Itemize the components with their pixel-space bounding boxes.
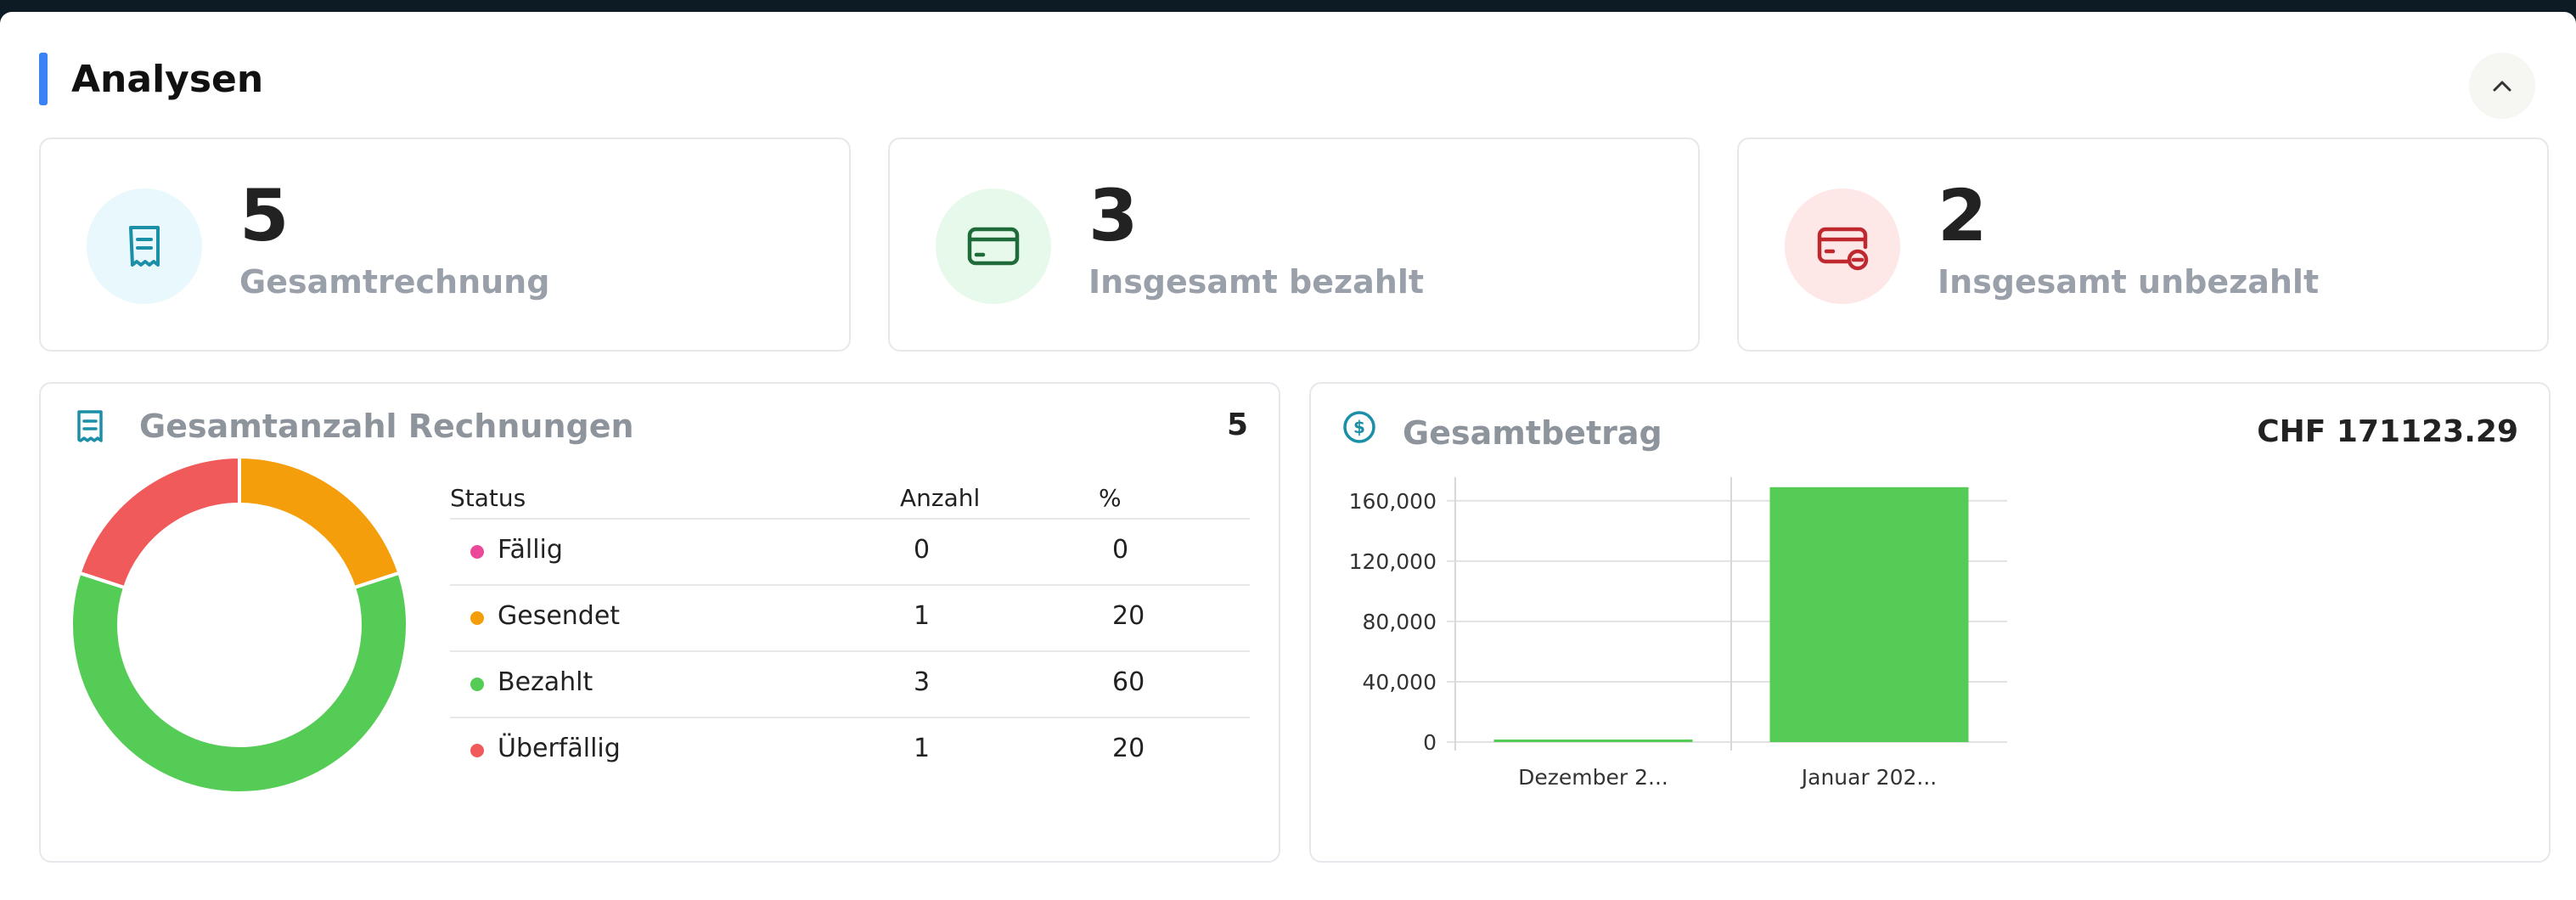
donut-slice-bezahlt <box>70 571 409 795</box>
status-table: Status Anzahl % Fällig 0 0 Gesendet 1 20… <box>450 479 1250 783</box>
chevron-up-icon <box>2493 81 2511 92</box>
y-tick-label: 80,000 <box>1363 610 1437 634</box>
status-name: Fällig <box>498 535 563 565</box>
donut-slice-gesendet <box>238 455 402 590</box>
status-count: 1 <box>914 601 931 631</box>
receipt-icon-circle <box>87 188 202 304</box>
stat-value: 2 <box>1938 174 1988 257</box>
amount-bar-chart: 0 40,000 80,000 120,000 160,000 Dezember 2...… <box>1349 477 2007 790</box>
header-accent-bar <box>39 53 48 105</box>
status-dot <box>470 611 484 625</box>
status-percent: 60 <box>1112 667 1145 697</box>
y-tick-label: 120,000 <box>1349 549 1437 574</box>
y-tick-label: 0 <box>1423 730 1437 755</box>
panel-title: Gesamtanzahl Rechnungen <box>139 408 634 445</box>
stat-card-unpaid: 2 Insgesamt unbezahlt <box>1737 138 2549 352</box>
column-header: Anzahl <box>900 484 981 512</box>
stat-label: Gesamtrechnung <box>239 263 550 301</box>
status-percent: 0 <box>1112 535 1129 565</box>
status-dot <box>470 678 484 691</box>
status-donut-chart <box>70 455 409 795</box>
stat-card-total: 5 Gesamtrechnung <box>39 138 851 352</box>
column-header: % <box>1099 484 1122 512</box>
total-amount: CHF 171123.29 <box>2257 414 2518 449</box>
table-row: Fällig 0 0 <box>450 520 1250 586</box>
total-amount-panel: $ Gesamtbetrag CHF 171123.29 0 40,000 80,0… <box>1309 382 2551 863</box>
receipt-icon <box>77 410 103 442</box>
credit-card-icon <box>967 227 1020 266</box>
table-row: Überfällig 1 20 <box>450 718 1250 783</box>
status-count: 0 <box>914 535 931 565</box>
card-remove-icon <box>1817 227 1869 271</box>
column-header: Status <box>450 484 526 512</box>
receipt-icon <box>129 226 160 267</box>
status-dot <box>470 744 484 757</box>
bar <box>1493 740 1693 742</box>
dollar-circle-icon: $ <box>1343 411 1375 443</box>
status-count: 1 <box>914 734 931 763</box>
stat-label: Insgesamt bezahlt <box>1088 263 1425 301</box>
status-name: Überfällig <box>498 734 621 763</box>
section-title: Analysen <box>71 58 264 101</box>
svg-text:$: $ <box>1353 417 1365 437</box>
table-row: Gesendet 1 20 <box>450 586 1250 652</box>
status-name: Gesendet <box>498 601 621 631</box>
analytics-section: Analysen 5 Gesamtrechnung 3 Insgesamt be… <box>0 12 2576 900</box>
stat-label: Insgesamt unbezahlt <box>1938 263 2320 301</box>
x-tick-label: Dezember 2... <box>1518 765 1668 790</box>
stat-value: 5 <box>239 174 290 257</box>
status-count: 3 <box>914 667 931 697</box>
x-tick-label: Januar 202... <box>1800 765 1938 790</box>
table-header: Status Anzahl % <box>450 479 1250 520</box>
stat-value: 3 <box>1088 174 1139 257</box>
invoice-count-panel: Gesamtanzahl Rechnungen 5 Status Anzahl … <box>39 382 1280 863</box>
panel-count: 5 <box>1226 408 1248 442</box>
credit-card-icon-circle <box>936 188 1051 304</box>
status-name: Bezahlt <box>498 667 593 697</box>
status-percent: 20 <box>1112 601 1145 631</box>
bar <box>1769 487 1969 742</box>
status-percent: 20 <box>1112 734 1145 763</box>
y-tick-label: 160,000 <box>1349 489 1437 514</box>
stat-card-paid: 3 Insgesamt bezahlt <box>888 138 1700 352</box>
panel-title: Gesamtbetrag <box>1403 414 1662 452</box>
collapse-button[interactable] <box>2469 53 2535 119</box>
y-tick-label: 40,000 <box>1363 670 1437 695</box>
donut-slice-überfällig <box>77 455 241 590</box>
card-remove-icon-circle <box>1785 188 1900 304</box>
status-dot <box>470 545 484 559</box>
table-row: Bezahlt 3 60 <box>450 652 1250 718</box>
section-header: Analysen <box>39 53 2552 119</box>
